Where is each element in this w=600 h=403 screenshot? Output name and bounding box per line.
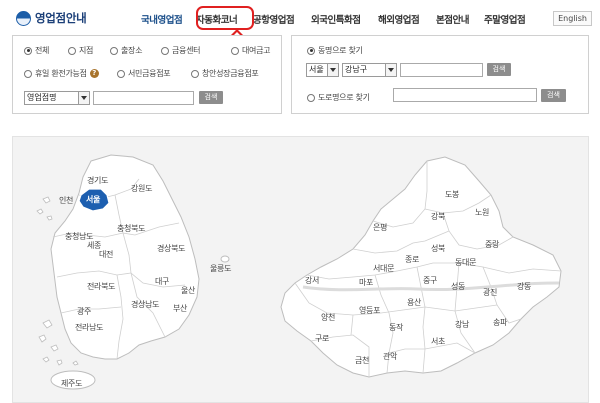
radio-button[interactable] bbox=[24, 46, 32, 55]
district-yongsan[interactable]: 용산 bbox=[407, 297, 422, 307]
dong-input[interactable] bbox=[400, 63, 483, 77]
map-area: 경기도 강원도 인천 서울 충청남도 충청북도 세종 대전 경상북도 전라북도 … bbox=[12, 136, 589, 403]
address-search-panel: 동명으로 찾기 서울 강남구 검색 도로명으로 찾기 검색 bbox=[291, 35, 589, 114]
district-jongno[interactable]: 종로 bbox=[405, 255, 419, 264]
radio-sub-branch[interactable]: 출장소 bbox=[110, 45, 142, 56]
chevron-down-icon bbox=[385, 64, 396, 76]
korea-map: 경기도 강원도 인천 서울 충청남도 충청북도 세종 대전 경상북도 전라북도 … bbox=[36, 154, 231, 390]
region-ulleungdo[interactable]: 울릉도 bbox=[210, 264, 231, 273]
region-seoul[interactable]: 서울 bbox=[86, 194, 101, 204]
branch-type-filter-panel: 전체 지점 출장소 금융센터 대여금고 휴일 환전가능점 ? 서민금융점포 창안… bbox=[12, 35, 282, 114]
district-yeongdeungpo[interactable]: 영등포 bbox=[359, 305, 380, 315]
region-jeonnam[interactable]: 전라남도 bbox=[75, 322, 104, 332]
district-gangnam[interactable]: 강남 bbox=[455, 319, 470, 329]
region-daejeon[interactable]: 대전 bbox=[99, 249, 113, 259]
radio-button[interactable] bbox=[307, 93, 315, 102]
nav-overseas-branches[interactable]: 해외영업점 bbox=[378, 12, 436, 26]
maps-svg: 경기도 강원도 인천 서울 충청남도 충청북도 세종 대전 경상북도 전라북도 … bbox=[36, 154, 562, 390]
nav-airport-branches[interactable]: 공항영업점 bbox=[253, 12, 311, 26]
seoul-map: 도봉 강북 노원 은평 성북 중랑 종로 동대문 서대문 중구 강서 마포 성동… bbox=[280, 156, 562, 378]
region-chungnam[interactable]: 충청남도 bbox=[65, 232, 94, 241]
dong-search-button[interactable]: 검색 bbox=[487, 63, 511, 76]
district-dongjak[interactable]: 동작 bbox=[389, 322, 404, 332]
radio-button[interactable] bbox=[191, 69, 199, 78]
ulleungdo-island[interactable] bbox=[220, 255, 230, 263]
radio-safe-deposit[interactable]: 대여금고 bbox=[231, 45, 271, 56]
chevron-down-icon bbox=[78, 92, 89, 104]
city-select[interactable]: 서울 bbox=[306, 63, 339, 77]
nav-domestic-branches[interactable]: 국내영업점 bbox=[141, 12, 196, 26]
region-daegu[interactable]: 대구 bbox=[155, 277, 169, 286]
district-yangcheon[interactable]: 양천 bbox=[321, 312, 335, 322]
radio-financial-center[interactable]: 금융센터 bbox=[161, 45, 201, 56]
district-nowon[interactable]: 노원 bbox=[475, 208, 489, 217]
district-eunpyeong[interactable]: 은평 bbox=[373, 222, 387, 232]
region-gwangju[interactable]: 광주 bbox=[77, 306, 91, 316]
district-geumcheon[interactable]: 금천 bbox=[355, 355, 369, 365]
road-name-input[interactable] bbox=[393, 88, 537, 102]
radio-road-search[interactable]: 도로명으로 찾기 bbox=[307, 92, 370, 103]
radio-button[interactable] bbox=[68, 46, 76, 55]
search-type-select[interactable]: 영업점명 bbox=[24, 91, 90, 105]
radio-dong-search[interactable]: 동명으로 찾기 bbox=[307, 45, 363, 56]
search-button[interactable]: 검색 bbox=[199, 91, 223, 104]
district-jungnang[interactable]: 중랑 bbox=[485, 239, 500, 249]
radio-branch[interactable]: 지점 bbox=[68, 45, 93, 56]
logo[interactable]: 영업점안내 bbox=[16, 10, 87, 26]
radio-button[interactable] bbox=[307, 46, 315, 55]
nav-head-office[interactable]: 본점안내 bbox=[436, 12, 484, 26]
district-dongdaemun[interactable]: 동대문 bbox=[455, 258, 476, 267]
district-select[interactable]: 강남구 bbox=[342, 63, 397, 77]
help-icon[interactable]: ? bbox=[89, 69, 99, 78]
branch-locator-page: { "header": { "logo_text": "영업점안내", "nav… bbox=[0, 0, 600, 403]
region-sejong[interactable]: 세종 bbox=[87, 241, 101, 250]
logo-icon bbox=[16, 10, 31, 26]
english-button[interactable]: English bbox=[553, 11, 592, 26]
district-gangbuk[interactable]: 강북 bbox=[431, 211, 445, 221]
radio-button[interactable] bbox=[117, 69, 125, 78]
district-songpa[interactable]: 송파 bbox=[493, 318, 508, 327]
radio-microfinance[interactable]: 서민금융점포 bbox=[117, 68, 171, 79]
radio-button[interactable] bbox=[161, 46, 169, 55]
district-gangdong[interactable]: 강동 bbox=[517, 281, 531, 291]
road-search-button[interactable]: 검색 bbox=[541, 89, 566, 102]
branch-name-input[interactable] bbox=[93, 91, 194, 105]
radio-holiday-exchange[interactable]: 휴일 환전가능점 ? bbox=[24, 68, 99, 79]
region-jeju[interactable]: 제주도 bbox=[61, 379, 82, 388]
region-chungbuk[interactable]: 충청북도 bbox=[117, 224, 146, 233]
region-gyeongbuk[interactable]: 경상북도 bbox=[157, 243, 186, 253]
district-jung[interactable]: 중구 bbox=[423, 276, 437, 285]
region-gangwon[interactable]: 강원도 bbox=[131, 183, 152, 193]
radio-button[interactable] bbox=[231, 46, 239, 55]
seoul-outline-shape bbox=[280, 156, 562, 378]
district-dobong[interactable]: 도봉 bbox=[445, 190, 459, 199]
logo-text: 영업점안내 bbox=[35, 11, 87, 25]
district-seongbuk[interactable]: 성북 bbox=[431, 244, 445, 253]
region-busan[interactable]: 부산 bbox=[173, 303, 188, 313]
district-seongdong[interactable]: 성동 bbox=[451, 282, 465, 291]
korea-peninsula-shape bbox=[50, 154, 200, 360]
district-guro[interactable]: 구로 bbox=[315, 334, 329, 343]
region-gyeongnam[interactable]: 경상남도 bbox=[131, 299, 160, 309]
region-jeonbuk[interactable]: 전라북도 bbox=[87, 281, 116, 291]
district-seocho[interactable]: 서초 bbox=[431, 337, 445, 346]
radio-all[interactable]: 전체 bbox=[24, 45, 49, 56]
nav-weekend-branches[interactable]: 주말영업점 bbox=[484, 12, 544, 26]
district-gwangjin[interactable]: 광진 bbox=[483, 287, 497, 297]
nav-foreigner-branches[interactable]: 외국인특화점 bbox=[311, 12, 378, 26]
district-gwanak[interactable]: 관악 bbox=[383, 351, 398, 361]
region-gyeonggi[interactable]: 경기도 bbox=[87, 175, 108, 185]
chevron-down-icon bbox=[327, 64, 338, 76]
radio-button[interactable] bbox=[24, 69, 32, 78]
radio-button[interactable] bbox=[110, 46, 118, 55]
incheon-islands bbox=[36, 196, 53, 221]
radio-startup-finance[interactable]: 창안성장금융점포 bbox=[191, 68, 259, 79]
region-incheon[interactable]: 인천 bbox=[59, 195, 73, 205]
district-gangseo[interactable]: 강서 bbox=[305, 275, 319, 285]
highlight-annotation bbox=[196, 6, 254, 30]
district-mapo[interactable]: 마포 bbox=[359, 278, 373, 287]
region-ulsan[interactable]: 울산 bbox=[181, 285, 196, 295]
district-seodaemun[interactable]: 서대문 bbox=[373, 264, 394, 273]
